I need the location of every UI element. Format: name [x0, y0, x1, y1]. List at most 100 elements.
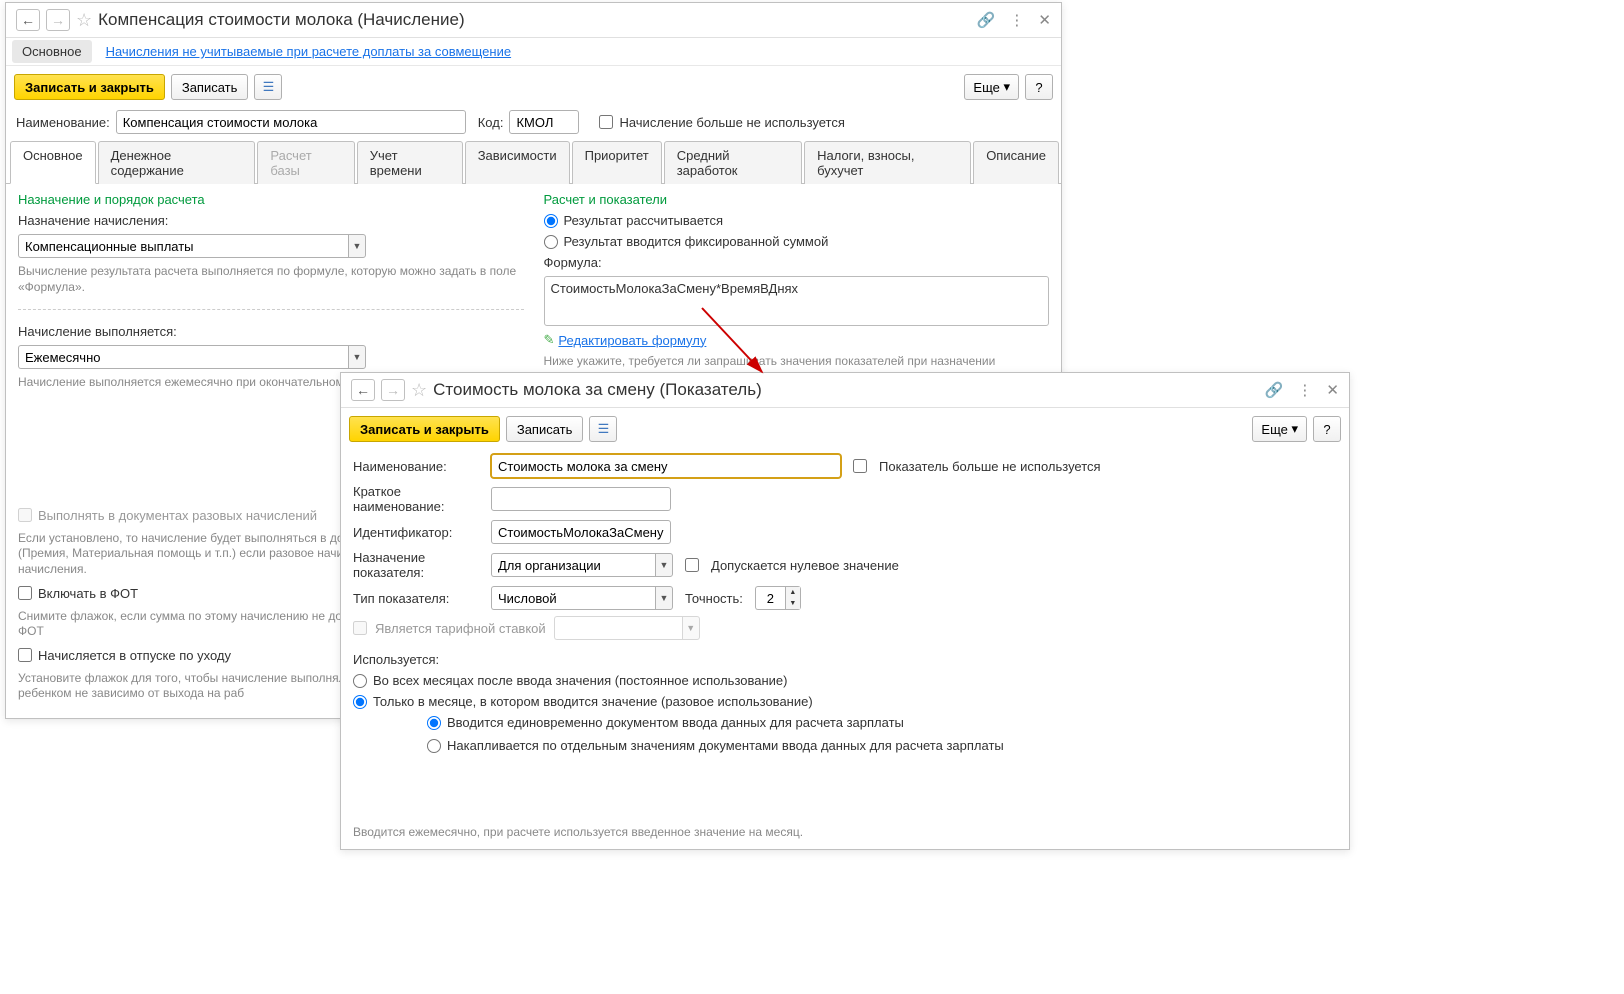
window-title: Стоимость молока за смену (Показатель)	[433, 380, 762, 400]
save-button[interactable]: Записать	[171, 74, 249, 100]
zero-checkbox[interactable]	[685, 558, 699, 572]
tabs: Основное Денежное содержание Расчет базы…	[6, 140, 1061, 184]
indicator-window: ← → ☆ Стоимость молока за смену (Показат…	[340, 372, 1350, 850]
tab-monetary[interactable]: Денежное содержание	[98, 141, 256, 184]
chevron-down-icon: ▼	[682, 616, 700, 640]
name-label: Наименование:	[16, 115, 110, 130]
usage-permanent-radio[interactable]	[353, 674, 367, 688]
left-group-title: Назначение и порядок расчета	[18, 192, 524, 207]
usage-label: Используется:	[353, 652, 439, 667]
assign-value[interactable]	[18, 234, 348, 258]
usage-single-doc-label: Вводится единовременно документом ввода …	[447, 715, 904, 730]
tab-taxes[interactable]: Налоги, взносы, бухучет	[804, 141, 971, 184]
type-dropdown[interactable]: ▼	[491, 586, 673, 610]
more-button[interactable]: Еще ▾	[964, 74, 1019, 100]
precision-stepper[interactable]: ▲▼	[755, 586, 801, 610]
nav-forward-button[interactable]: →	[381, 379, 405, 401]
save-close-button[interactable]: Записать и закрыть	[349, 416, 500, 442]
titlebar: ← → ☆ Стоимость молока за смену (Показат…	[341, 373, 1349, 408]
help-button[interactable]: ?	[1025, 74, 1053, 100]
usage-monthly-radio[interactable]	[353, 695, 367, 709]
result-calc-label: Результат рассчитывается	[564, 213, 724, 228]
exec-dropdown[interactable]: ▼	[18, 345, 524, 369]
short-input[interactable]	[491, 487, 671, 511]
exec-label: Начисление выполняется:	[18, 324, 524, 339]
footnote: Вводится ежемесячно, при расчете использ…	[341, 815, 1349, 849]
link-icon[interactable]: 🔗	[1265, 381, 1284, 399]
edit-formula-link[interactable]: Редактировать формулу	[558, 333, 706, 348]
titlebar: ← → ☆ Компенсация стоимости молока (Начи…	[6, 3, 1061, 38]
spin-down-icon[interactable]: ▼	[786, 598, 800, 609]
usage-single-doc-radio[interactable]	[427, 716, 441, 730]
subnav-main[interactable]: Основное	[12, 40, 92, 63]
field-grid: Наименование: Показатель больше не испол…	[341, 450, 1349, 757]
close-icon[interactable]: ✕	[1326, 381, 1339, 399]
formula-textarea[interactable]: СтоимостьМолокаЗаСмену*ВремяВДнях	[544, 276, 1050, 326]
result-calc-radio[interactable]	[544, 214, 558, 228]
assign-hint: Вычисление результата расчета выполняетс…	[18, 264, 524, 295]
leave-label: Начисляется в отпуске по уходу	[38, 648, 231, 663]
id-input[interactable]	[491, 520, 671, 544]
usage-permanent-label: Во всех месяцах после ввода значения (по…	[373, 673, 787, 688]
window-title: Компенсация стоимости молока (Начисление…	[98, 10, 464, 30]
chevron-down-icon[interactable]: ▼	[655, 553, 673, 577]
save-button[interactable]: Записать	[506, 416, 584, 442]
tab-deps[interactable]: Зависимости	[465, 141, 570, 184]
code-input[interactable]	[509, 110, 579, 134]
result-fixed-label: Результат вводится фиксированной суммой	[564, 234, 829, 249]
tab-main[interactable]: Основное	[10, 141, 96, 184]
nav-back-button[interactable]: ←	[351, 379, 375, 401]
precision-value[interactable]	[755, 586, 785, 610]
type-value[interactable]	[491, 586, 655, 610]
name-input[interactable]	[116, 110, 466, 134]
tab-average[interactable]: Средний заработок	[664, 141, 802, 184]
name-input[interactable]	[491, 454, 841, 478]
not-used-label: Показатель больше не используется	[879, 459, 1101, 474]
short-label: Краткое наименование:	[353, 484, 483, 514]
link-icon[interactable]: 🔗	[977, 11, 996, 29]
nav-forward-button[interactable]: →	[46, 9, 70, 31]
list-icon-button[interactable]: ☰	[589, 416, 617, 442]
not-used-label: Начисление больше не используется	[619, 115, 844, 130]
purpose-dropdown[interactable]: ▼	[491, 553, 673, 577]
tab-base: Расчет базы	[257, 141, 354, 184]
favorite-star-icon[interactable]: ☆	[76, 10, 92, 31]
usage-accumulate-radio[interactable]	[427, 739, 441, 753]
precision-label: Точность:	[685, 591, 743, 606]
assign-dropdown[interactable]: ▼	[18, 234, 524, 258]
list-icon-button[interactable]: ☰	[254, 74, 282, 100]
chevron-down-icon[interactable]: ▼	[348, 234, 366, 258]
subnav-link[interactable]: Начисления не учитываемые при расчете до…	[96, 40, 522, 63]
tab-priority[interactable]: Приоритет	[572, 141, 662, 184]
exec-value[interactable]	[18, 345, 348, 369]
result-fixed-radio[interactable]	[544, 235, 558, 249]
nav-back-button[interactable]: ←	[16, 9, 40, 31]
tariff-checkbox	[353, 621, 367, 635]
save-close-button[interactable]: Записать и закрыть	[14, 74, 165, 100]
not-used-checkbox[interactable]	[599, 115, 613, 129]
close-icon[interactable]: ✕	[1038, 11, 1051, 29]
chevron-down-icon[interactable]: ▼	[348, 345, 366, 369]
help-button[interactable]: ?	[1313, 416, 1341, 442]
purpose-value[interactable]	[491, 553, 655, 577]
not-used-checkbox[interactable]	[853, 459, 867, 473]
zero-label: Допускается нулевое значение	[711, 558, 899, 573]
subnav: Основное Начисления не учитываемые при р…	[6, 38, 1061, 66]
tariff-dropdown: ▼	[554, 616, 700, 640]
leave-checkbox[interactable]	[18, 648, 32, 662]
kebab-menu-icon[interactable]: ⋮	[1297, 381, 1312, 399]
kebab-menu-icon[interactable]: ⋮	[1009, 11, 1024, 29]
tab-desc[interactable]: Описание	[973, 141, 1059, 184]
purpose-label: Назначение показателя:	[353, 550, 483, 580]
fot-checkbox[interactable]	[18, 586, 32, 600]
favorite-star-icon[interactable]: ☆	[411, 380, 427, 401]
toolbar: Записать и закрыть Записать ☰ Еще ▾ ?	[6, 66, 1061, 108]
more-button[interactable]: Еще ▾	[1252, 416, 1307, 442]
chevron-down-icon[interactable]: ▼	[655, 586, 673, 610]
tab-time[interactable]: Учет времени	[357, 141, 463, 184]
fot-label: Включать в ФОТ	[38, 586, 138, 601]
assign-label: Назначение начисления:	[18, 213, 524, 228]
single-doc-label: Выполнять в документах разовых начислени…	[38, 508, 317, 523]
spin-up-icon[interactable]: ▲	[786, 587, 800, 598]
usage-accumulate-label: Накапливается по отдельным значениям док…	[447, 738, 1004, 753]
